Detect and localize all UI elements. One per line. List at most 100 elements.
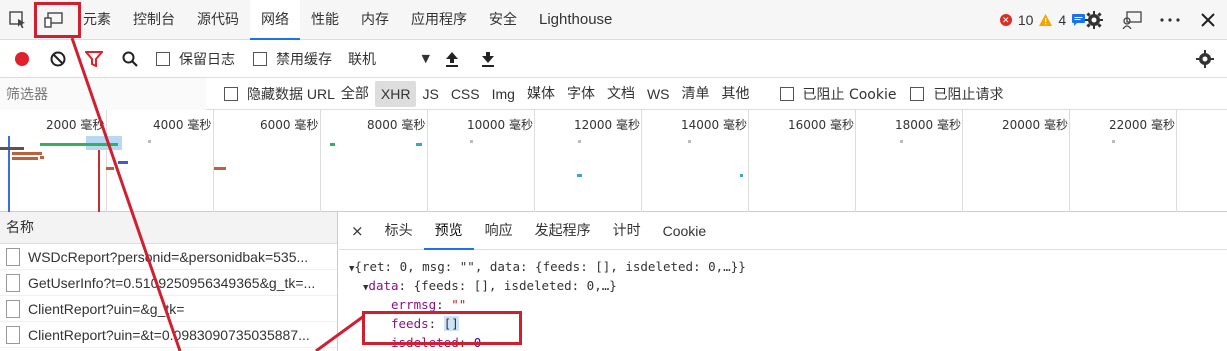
tab-lighthouse[interactable]: Lighthouse xyxy=(528,0,623,40)
tab-sources[interactable]: 源代码 xyxy=(186,0,250,40)
checkbox-box[interactable] xyxy=(779,86,794,101)
waterfall-bar xyxy=(0,147,24,150)
network-overview-timeline[interactable]: 2000 毫秒 4000 毫秒 6000 毫秒 8000 毫秒 10000 毫秒… xyxy=(0,110,1227,212)
preserve-log-checkbox[interactable]: 保留日志 xyxy=(156,49,235,69)
timeline-gridline xyxy=(855,110,856,212)
request-name: WSDcReport?personid=&personidbak=535... xyxy=(28,248,309,265)
request-row[interactable]: WSDcReport?personid=&personidbak=535... xyxy=(0,244,337,270)
blocked-cookies-checkbox[interactable]: 已阻止 Cookie xyxy=(779,84,896,104)
chevron-down-icon: ▼ xyxy=(421,52,430,65)
timeline-gridline xyxy=(641,110,642,212)
settings-gear-icon[interactable] xyxy=(1075,0,1113,40)
checkbox-box[interactable] xyxy=(156,51,170,66)
tab-headers[interactable]: 标头 xyxy=(374,212,424,250)
preserve-log-label: 保留日志 xyxy=(179,51,235,68)
feedback-icon[interactable] xyxy=(1113,0,1151,40)
request-name: ClientReport?uin=&g_tk= xyxy=(28,300,185,317)
annotation-box-feeds xyxy=(362,311,522,345)
waterfall-bar xyxy=(577,174,582,177)
hide-data-url-checkbox[interactable]: 隐藏数据 URL xyxy=(224,84,335,104)
waterfall-bar xyxy=(106,167,114,170)
filter-placeholder: 筛选器 xyxy=(6,86,48,103)
timeline-gridline xyxy=(106,110,107,212)
search-icon[interactable] xyxy=(112,40,148,78)
tab-initiator[interactable]: 发起程序 xyxy=(524,212,602,250)
waterfall-bar xyxy=(12,152,42,155)
waterfall-bar xyxy=(416,143,422,146)
name-column-header[interactable]: 名称 xyxy=(0,212,337,244)
throttling-select[interactable]: 联机 ▼ xyxy=(344,46,434,72)
devtools-tab-bar: 元素 控制台 源代码 网络 性能 内存 应用程序 安全 Lighthouse ✕… xyxy=(0,0,1227,40)
tab-console[interactable]: 控制台 xyxy=(122,0,186,40)
filter-type-xhr[interactable]: XHR xyxy=(374,80,417,107)
file-icon xyxy=(6,273,20,292)
filter-input[interactable]: 筛选器 xyxy=(0,77,206,110)
filter-type-media[interactable]: 媒体 xyxy=(521,81,561,107)
tab-performance[interactable]: 性能 xyxy=(300,0,350,40)
timeline-tick-label: 12000 毫秒 xyxy=(574,118,640,132)
timeline-gridline xyxy=(427,110,428,212)
tab-memory[interactable]: 内存 xyxy=(350,0,400,40)
checkbox-box[interactable] xyxy=(910,86,925,101)
blocked-requests-checkbox[interactable]: 已阻止请求 xyxy=(910,84,1003,104)
checkbox-box[interactable] xyxy=(224,86,238,101)
network-settings-gear-icon[interactable] xyxy=(1187,40,1223,78)
json-root-row[interactable]: ▼{ret: 0, msg: "", data: {feeds: [], isd… xyxy=(349,259,746,274)
request-row[interactable]: ClientReport?uin=&t=0.0983090735035887..… xyxy=(0,322,337,348)
waterfall-bar xyxy=(118,161,128,164)
timeline-tick-label: 16000 毫秒 xyxy=(788,118,854,132)
close-devtools-icon[interactable] xyxy=(1189,0,1227,40)
filter-type-js[interactable]: JS xyxy=(416,81,444,107)
json-data-row[interactable]: ▼data: {feeds: [], isdeleted: 0,…} xyxy=(363,278,617,293)
clear-icon[interactable] xyxy=(40,40,76,78)
tab-application[interactable]: 应用程序 xyxy=(400,0,478,40)
waterfall-bar xyxy=(470,140,473,143)
tab-security[interactable]: 安全 xyxy=(478,0,528,40)
timeline-tick-label: 10000 毫秒 xyxy=(467,118,533,132)
filter-type-css[interactable]: CSS xyxy=(445,81,486,107)
tab-network[interactable]: 网络 xyxy=(250,0,300,40)
checkbox-box[interactable] xyxy=(253,51,267,66)
tab-timing[interactable]: 计时 xyxy=(602,212,652,250)
filter-type-all[interactable]: 全部 xyxy=(335,81,375,107)
tab-cookies[interactable]: Cookie xyxy=(652,212,718,250)
timeline-tick-label: 22000 毫秒 xyxy=(1109,118,1175,132)
timeline-gridline xyxy=(1069,110,1070,212)
filter-type-other[interactable]: 其他 xyxy=(716,81,756,107)
more-options-icon[interactable] xyxy=(1151,0,1189,40)
error-count: 10 xyxy=(1017,12,1034,28)
filter-icon[interactable] xyxy=(76,40,112,78)
file-icon xyxy=(6,247,20,266)
timeline-tick-label: 8000 毫秒 xyxy=(367,118,426,132)
request-name: ClientReport?uin=&t=0.0983090735035887..… xyxy=(28,326,310,343)
disable-cache-label: 禁用缓存 xyxy=(276,51,332,68)
request-row[interactable]: ClientReport?uin=&g_tk= xyxy=(0,296,337,322)
tab-response[interactable]: 响应 xyxy=(474,212,524,250)
file-icon xyxy=(6,299,20,318)
timeline-tick-label: 2000 毫秒 xyxy=(46,118,105,132)
filter-type-font[interactable]: 字体 xyxy=(561,81,601,107)
export-har-icon[interactable] xyxy=(470,40,506,78)
filter-type-manifest[interactable]: 清单 xyxy=(676,81,716,107)
json-key: data xyxy=(368,278,399,293)
timeline-tick-label: 4000 毫秒 xyxy=(153,118,212,132)
close-details-icon[interactable]: × xyxy=(339,212,374,250)
request-list: 名称 WSDcReport?personid=&personidbak=535.… xyxy=(0,212,338,351)
timeline-gridline xyxy=(320,110,321,212)
hide-data-url-label: 隐藏数据 URL xyxy=(247,85,335,102)
filter-type-doc[interactable]: 文档 xyxy=(601,81,641,107)
waterfall-bar xyxy=(578,140,581,143)
inspect-element-icon[interactable] xyxy=(0,0,36,40)
waterfall-bar xyxy=(900,140,903,143)
tab-preview[interactable]: 预览 xyxy=(423,212,474,250)
tabbar-right-buttons xyxy=(1075,0,1227,40)
record-icon[interactable] xyxy=(4,40,40,78)
json-root-summary: {ret: 0, msg: "", data: {feeds: [], isde… xyxy=(354,259,746,274)
filter-type-ws[interactable]: WS xyxy=(641,81,676,107)
json-value: "" xyxy=(451,297,467,312)
filter-type-img[interactable]: Img xyxy=(486,81,521,107)
disable-cache-checkbox[interactable]: 禁用缓存 xyxy=(253,49,332,69)
import-har-icon[interactable] xyxy=(434,40,470,78)
timeline-tick-label: 6000 毫秒 xyxy=(260,118,319,132)
request-row[interactable]: GetUserInfo?t=0.5109250956349365&g_tk=..… xyxy=(0,270,337,296)
